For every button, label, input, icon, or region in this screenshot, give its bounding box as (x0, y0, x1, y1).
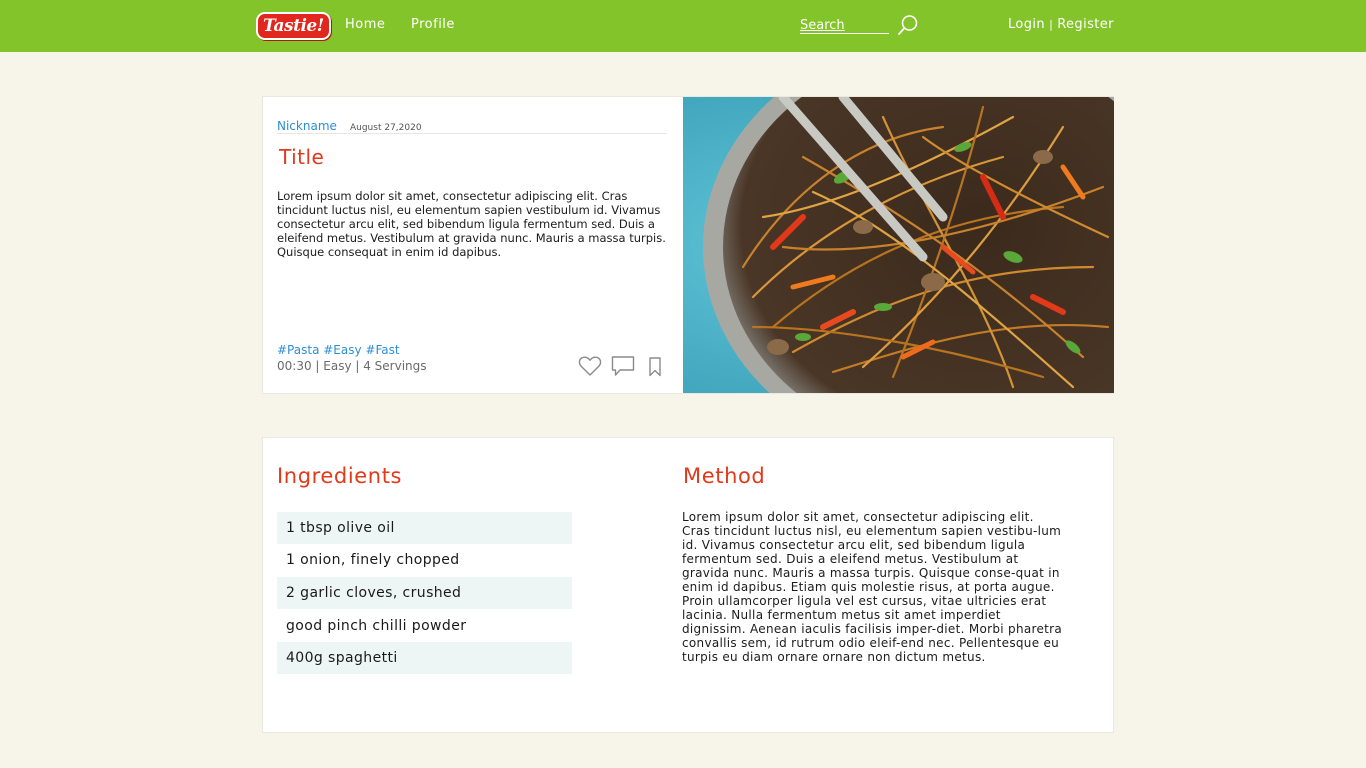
post-date: August 27,2020 (349, 123, 422, 133)
top-navbar: Tastie! Home Profile Login |Register (0, 0, 1366, 52)
tag-pasta[interactable]: #Pasta (277, 343, 319, 357)
nav-home-link[interactable]: Home (345, 17, 385, 32)
tag-easy[interactable]: #Easy (323, 343, 361, 357)
ingredient-item: good pinch chilli powder (286, 618, 467, 634)
recipe-tags: #Pasta #Easy #Fast (277, 343, 400, 357)
search-input[interactable] (800, 18, 889, 34)
author-nickname[interactable]: Nickname (277, 119, 337, 133)
recipe-photo (683, 97, 1114, 393)
login-link[interactable]: Login (1008, 17, 1045, 32)
method-text: Lorem ipsum dolor sit amet, consectetur … (682, 510, 1063, 664)
tastie-logo[interactable]: Tastie! (256, 12, 331, 40)
ingredient-item: 2 garlic cloves, crushed (277, 577, 572, 609)
recipe-meta: Nickname August 27,2020 (277, 115, 667, 134)
ingredients-heading: Ingredients (277, 464, 403, 488)
search-icon[interactable] (897, 14, 919, 36)
difficulty-level: Easy (323, 359, 352, 373)
auth-links: Login | Register (1008, 17, 1114, 32)
comment-icon[interactable] (611, 355, 635, 377)
prep-time: 00:30 (277, 359, 312, 373)
bookmark-icon[interactable] (648, 357, 662, 377)
auth-separator: | (1049, 18, 1054, 31)
recipe-card-body: Nickname August 27,2020 Title Lorem ipsu… (277, 97, 669, 393)
recipe-title: Title (279, 145, 325, 169)
method-heading: Method (683, 464, 766, 488)
ingredient-item: 1 onion, finely chopped (286, 552, 460, 568)
recipe-actions (578, 355, 668, 377)
ingredient-item: 400g spaghetti (277, 642, 572, 674)
nav-profile-link[interactable]: Profile (411, 17, 455, 32)
ingredient-list: 1 tbsp olive oil 1 onion, finely chopped… (277, 512, 572, 674)
recipe-details: 00:30 | Easy | 4 Servings (277, 359, 427, 373)
servings: 4 Servings (363, 359, 427, 373)
recipe-description: Lorem ipsum dolor sit amet, consectetur … (277, 189, 666, 259)
tag-fast[interactable]: #Fast (365, 343, 399, 357)
recipe-card: Nickname August 27,2020 Title Lorem ipsu… (262, 96, 1114, 394)
ingredient-item: 1 tbsp olive oil (277, 512, 572, 544)
register-link[interactable]: Register (1057, 17, 1114, 32)
details-separator: | (351, 359, 364, 373)
details-separator: | (311, 359, 324, 373)
heart-icon[interactable] (578, 355, 602, 377)
recipe-info-card: Ingredients 1 tbsp olive oil 1 onion, fi… (262, 437, 1114, 733)
